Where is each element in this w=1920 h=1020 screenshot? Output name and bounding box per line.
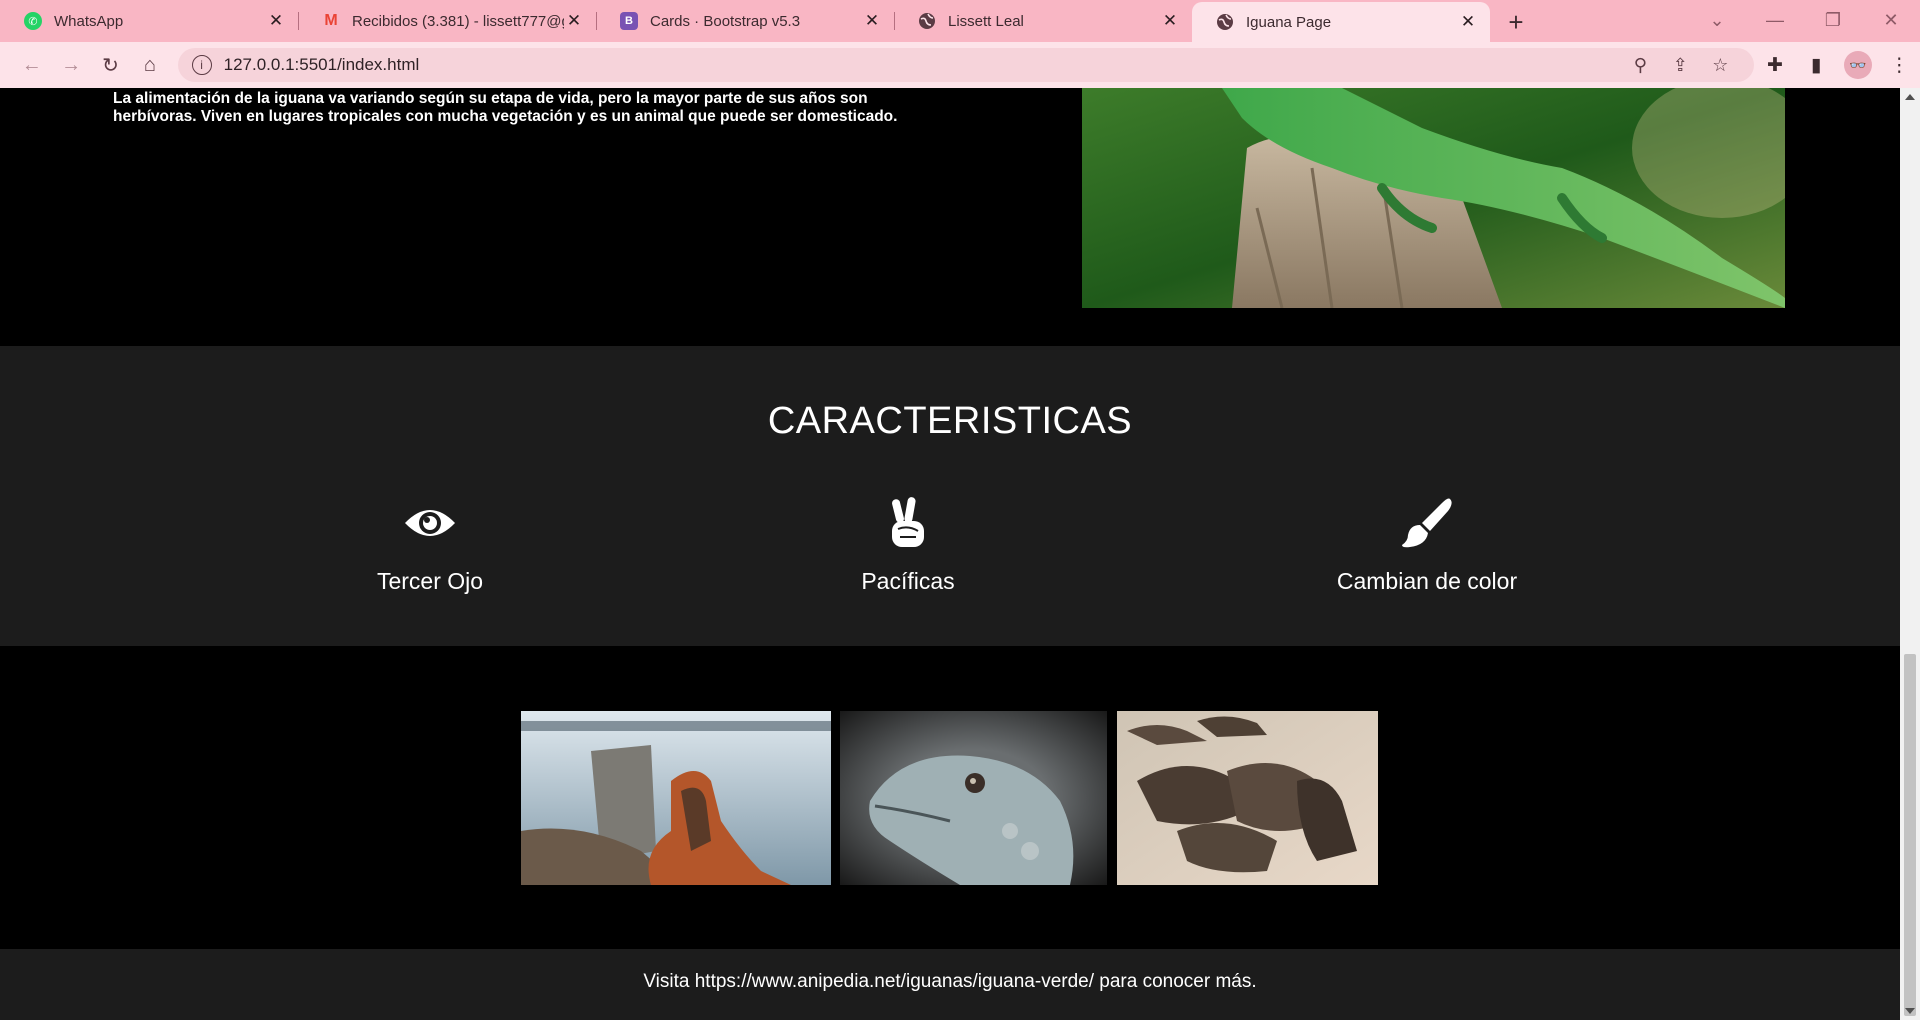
gmail-icon: M — [324, 12, 338, 29]
close-tab-icon[interactable]: ✕ — [564, 11, 584, 31]
window-controls: ⌄ — ❐ ✕ — [1688, 0, 1920, 40]
minimize-icon[interactable]: — — [1746, 10, 1804, 31]
feature-cambian-de-color: Cambian de color — [1312, 496, 1542, 595]
scroll-down-icon[interactable] — [1905, 1008, 1915, 1014]
tab-iguana-page[interactable]: Iguana Page ✕ — [1192, 2, 1490, 42]
page-scrollbar[interactable] — [1900, 88, 1920, 1020]
extensions-icon[interactable]: ✚ — [1754, 54, 1795, 77]
gallery-image-iguana-seaside — [521, 711, 831, 885]
reload-icon[interactable]: ↻ — [91, 45, 130, 85]
globe-icon — [1216, 13, 1234, 31]
site-info-icon[interactable]: i — [191, 55, 212, 75]
gallery-image-iguanas-beach — [1117, 711, 1378, 885]
close-tab-icon[interactable]: ✕ — [862, 11, 882, 31]
profile-avatar[interactable]: 👓 — [1844, 51, 1872, 79]
tab-bootstrap[interactable]: B Cards · Bootstrap v5.3 ✕ — [596, 2, 894, 40]
restore-icon[interactable]: ❐ — [1804, 10, 1862, 31]
globe-icon — [918, 12, 936, 30]
characteristics-section: CARACTERISTICAS Tercer Ojo Pacíficas Cam… — [0, 346, 1900, 646]
tab-lissett-leal[interactable]: Lissett Leal ✕ — [894, 2, 1192, 40]
home-icon[interactable]: ⌂ — [130, 45, 169, 85]
green-iguana-photo — [1082, 88, 1785, 308]
browser-toolbar: ← → ↻ ⌂ i 127.0.0.1:5501/index.html ⚲ ⇪ … — [0, 42, 1920, 88]
tab-gmail[interactable]: M Recibidos (3.381) - lissett777@gm ✕ — [298, 2, 596, 40]
intro-section: La alimentación de la iguana va variando… — [0, 88, 1900, 346]
zoom-icon[interactable]: ⚲ — [1620, 55, 1660, 76]
close-tab-icon[interactable]: ✕ — [266, 11, 286, 31]
feature-label: Cambian de color — [1336, 568, 1518, 594]
feature-tercer-ojo: Tercer Ojo — [330, 496, 530, 595]
tab-title: Recibidos (3.381) - lissett777@gm — [352, 12, 564, 30]
bootstrap-icon: B — [620, 12, 638, 30]
whatsapp-icon: ✆ — [24, 12, 42, 30]
close-tab-icon[interactable]: ✕ — [1458, 12, 1478, 32]
tab-strip: ✆ WhatsApp ✕ M Recibidos (3.381) - lisse… — [0, 0, 1920, 42]
back-icon[interactable]: ← — [12, 45, 51, 85]
gallery-image-iguana-head — [840, 711, 1107, 885]
scrollbar-thumb[interactable] — [1904, 654, 1916, 1016]
forward-icon[interactable]: → — [51, 45, 90, 85]
close-tab-icon[interactable]: ✕ — [1160, 11, 1180, 31]
tab-title: Lissett Leal — [948, 12, 1024, 30]
tab-whatsapp[interactable]: ✆ WhatsApp ✕ — [0, 2, 298, 40]
intro-paragraph: La alimentación de la iguana va variando… — [113, 90, 898, 125]
footer: Visita https://www.anipedia.net/iguanas/… — [0, 949, 1900, 1020]
peace-hand-icon — [808, 496, 1008, 550]
tab-search-icon[interactable]: ⌄ — [1688, 10, 1746, 31]
scroll-up-icon[interactable] — [1905, 94, 1915, 100]
tab-title: Cards · Bootstrap v5.3 — [650, 12, 801, 30]
side-panel-icon[interactable]: ▮ — [1796, 54, 1837, 77]
page-viewport: La alimentación de la iguana va variando… — [0, 88, 1900, 1020]
footer-text: Visita https://www.anipedia.net/iguanas/… — [643, 971, 1257, 992]
photo-gallery — [0, 646, 1900, 949]
share-icon[interactable]: ⇪ — [1660, 55, 1700, 76]
menu-kebab-icon[interactable]: ⋮ — [1879, 54, 1920, 77]
new-tab-button[interactable]: + — [1496, 2, 1536, 42]
paintbrush-icon — [1312, 496, 1542, 550]
eye-icon — [330, 496, 530, 550]
feature-pacificas: Pacíficas — [808, 496, 1008, 595]
close-window-icon[interactable]: ✕ — [1862, 10, 1920, 31]
tab-title: WhatsApp — [54, 12, 124, 30]
section-title: CARACTERISTICAS — [767, 400, 1133, 442]
bookmark-star-icon[interactable]: ☆ — [1700, 55, 1740, 76]
address-bar[interactable]: i 127.0.0.1:5501/index.html ⚲ ⇪ ☆ — [177, 48, 1755, 82]
feature-label: Pacíficas — [861, 568, 955, 594]
tab-title: Iguana Page — [1246, 13, 1332, 31]
url-text[interactable]: 127.0.0.1:5501/index.html — [224, 55, 1621, 75]
feature-label: Tercer Ojo — [376, 568, 484, 594]
